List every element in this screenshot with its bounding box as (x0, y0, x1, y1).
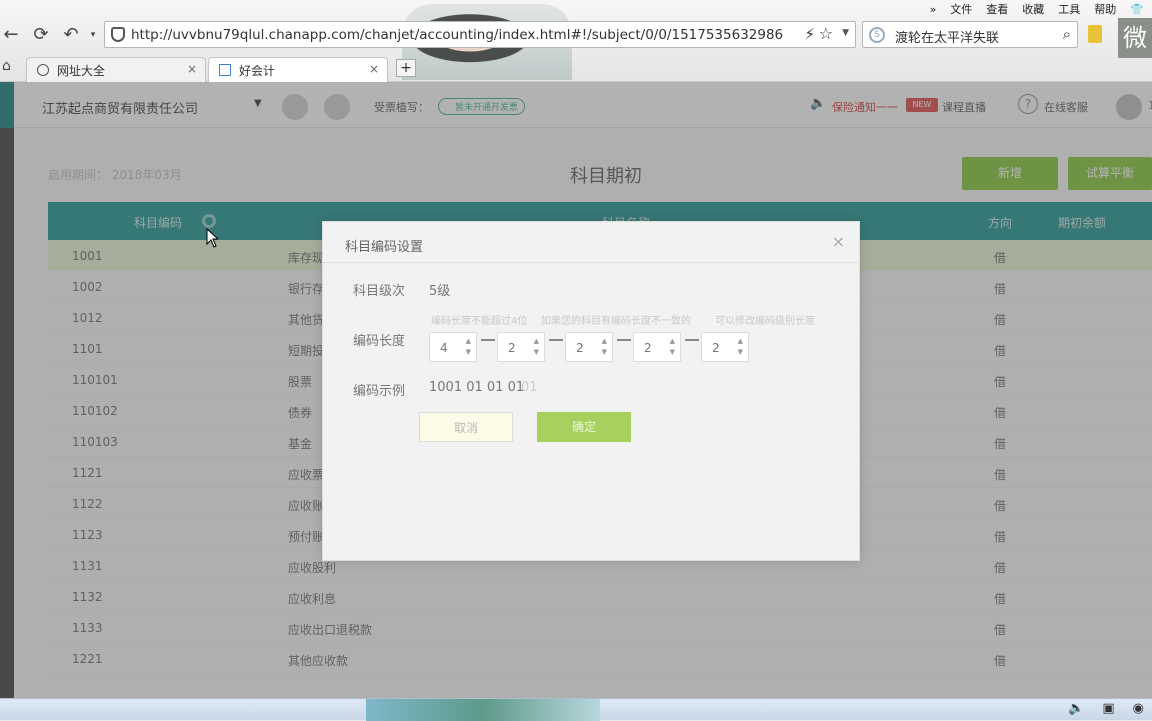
level-value: 5级 (429, 284, 451, 299)
address-url[interactable]: http://uvvbnu79qlul.chanapp.com/chanjet/… (131, 27, 783, 43)
chevron-up-icon[interactable]: ▲ (670, 337, 675, 345)
divider (323, 262, 859, 263)
dialog-title: 科目编码设置 (345, 240, 424, 255)
stepper-value: 2 (508, 341, 516, 355)
hint-3: 可以修改编码级别长度 (715, 316, 815, 327)
length-stepper-5[interactable]: 2 ▲ ▼ (701, 332, 749, 362)
chevron-down-icon[interactable]: ▼ (602, 348, 607, 356)
undo-icon[interactable]: ↶ (60, 24, 82, 46)
length-label: 编码长度 (353, 334, 406, 349)
separator-dash (685, 339, 699, 341)
shirt-icon[interactable]: 👕 (1130, 3, 1144, 16)
tab-label: 网址大全 (57, 64, 106, 78)
lightning-icon[interactable]: ⚡ (804, 25, 815, 43)
tab-label: 好会计 (239, 64, 276, 78)
system-tray: 🔈 ▣ ◉ (1068, 701, 1144, 716)
status-bar: 🔈 ▣ ◉ (0, 698, 1152, 721)
new-tab-button[interactable]: + (396, 59, 416, 77)
menu-view[interactable]: 查看 (986, 1, 1008, 17)
volume-icon[interactable]: 🔈 (1068, 701, 1084, 716)
address-bar[interactable]: http://uvvbnu79qlul.chanapp.com/chanjet/… (104, 21, 856, 48)
length-stepper-3[interactable]: 2 ▲ ▼ (565, 332, 613, 362)
chevron-down-icon[interactable]: ▼ (670, 348, 675, 356)
stepper-value: 2 (644, 341, 652, 355)
corner-watermark: 微 (1118, 18, 1152, 58)
stepper-value: 2 (576, 341, 584, 355)
length-stepper-4[interactable]: 2 ▲ ▼ (633, 332, 681, 362)
example-label: 编码示例 (353, 384, 406, 399)
back-icon[interactable]: ← (0, 24, 22, 46)
chevron-up-icon[interactable]: ▲ (738, 337, 743, 345)
search-icon[interactable]: ⌕ (1063, 25, 1071, 43)
example-suffix: 01 (521, 380, 538, 395)
level-label: 科目级次 (353, 284, 406, 299)
security-shield-icon (111, 27, 125, 42)
extension-icon[interactable] (1088, 25, 1102, 43)
tab-nav-sites[interactable]: 网址大全 × (26, 57, 206, 82)
chevron-down-icon[interactable]: ▼ (534, 348, 539, 356)
hint-2: 如果您的科目有编码长度不一致的 (541, 316, 691, 327)
menu-help[interactable]: 帮助 (1094, 1, 1116, 17)
length-stepper-1[interactable]: 4 ▲ ▼ (429, 332, 477, 362)
menu-more[interactable]: » (930, 3, 937, 16)
page-icon (219, 64, 231, 76)
separator-dash (617, 339, 631, 341)
stepper-value: 4 (440, 341, 448, 355)
browser-menu-bar: » 文件 查看 收藏 工具 帮助 👕 (930, 0, 1152, 18)
search-engine-icon[interactable]: S (869, 27, 885, 43)
chevron-up-icon[interactable]: ▲ (602, 337, 607, 345)
screenshot-icon[interactable]: ▣ (1102, 701, 1114, 716)
globe-icon (37, 64, 49, 76)
chevron-up-icon[interactable]: ▲ (534, 337, 539, 345)
taskbar-skin-strip (366, 699, 600, 721)
hint-1: 编码长度不能超过4位 (431, 316, 528, 327)
favorite-star-icon[interactable]: ☆ (819, 24, 833, 43)
shield-icon[interactable]: ◉ (1133, 701, 1144, 716)
length-stepper-2[interactable]: 2 ▲ ▼ (497, 332, 545, 362)
chevron-down-icon[interactable]: ▼ (738, 348, 743, 356)
search-text[interactable]: 渡轮在太平洋失联 (895, 27, 999, 46)
tab-strip: 网址大全 × 好会计 × + (0, 55, 1152, 82)
separator-dash (549, 339, 563, 341)
tab-haokuaiji[interactable]: 好会计 × (208, 57, 388, 82)
close-tab-icon[interactable]: × (369, 62, 379, 76)
refresh-icon[interactable]: ⟳ (30, 24, 52, 46)
menu-favorites[interactable]: 收藏 (1022, 1, 1044, 17)
chevron-down-icon[interactable]: ▼ (466, 348, 471, 356)
menu-file[interactable]: 文件 (950, 1, 972, 17)
separator-dash (481, 339, 495, 341)
close-tab-icon[interactable]: × (187, 62, 197, 76)
undo-dropdown-icon[interactable]: ▾ (82, 24, 104, 46)
stepper-value: 2 (712, 341, 720, 355)
chevron-up-icon[interactable]: ▲ (466, 337, 471, 345)
mouse-cursor-icon (206, 228, 218, 248)
browser-chrome: » 文件 查看 收藏 工具 帮助 👕 ← ⟳ ↶ ▾ http://uvvbnu… (0, 0, 1152, 82)
search-box[interactable]: S 渡轮在太平洋失联 ⌕ (862, 21, 1078, 48)
address-dropdown-icon[interactable]: ▼ (842, 28, 849, 38)
example-value: 1001 01 01 01 (429, 380, 525, 395)
close-icon[interactable]: × (832, 232, 845, 251)
code-settings-dialog: 科目编码设置 × 科目级次 5级 编码长度不能超过4位 如果您的科目有编码长度不… (322, 221, 860, 561)
menu-tools[interactable]: 工具 (1058, 1, 1080, 17)
cancel-button[interactable]: 取消 (419, 412, 513, 442)
confirm-button[interactable]: 确定 (537, 412, 631, 442)
